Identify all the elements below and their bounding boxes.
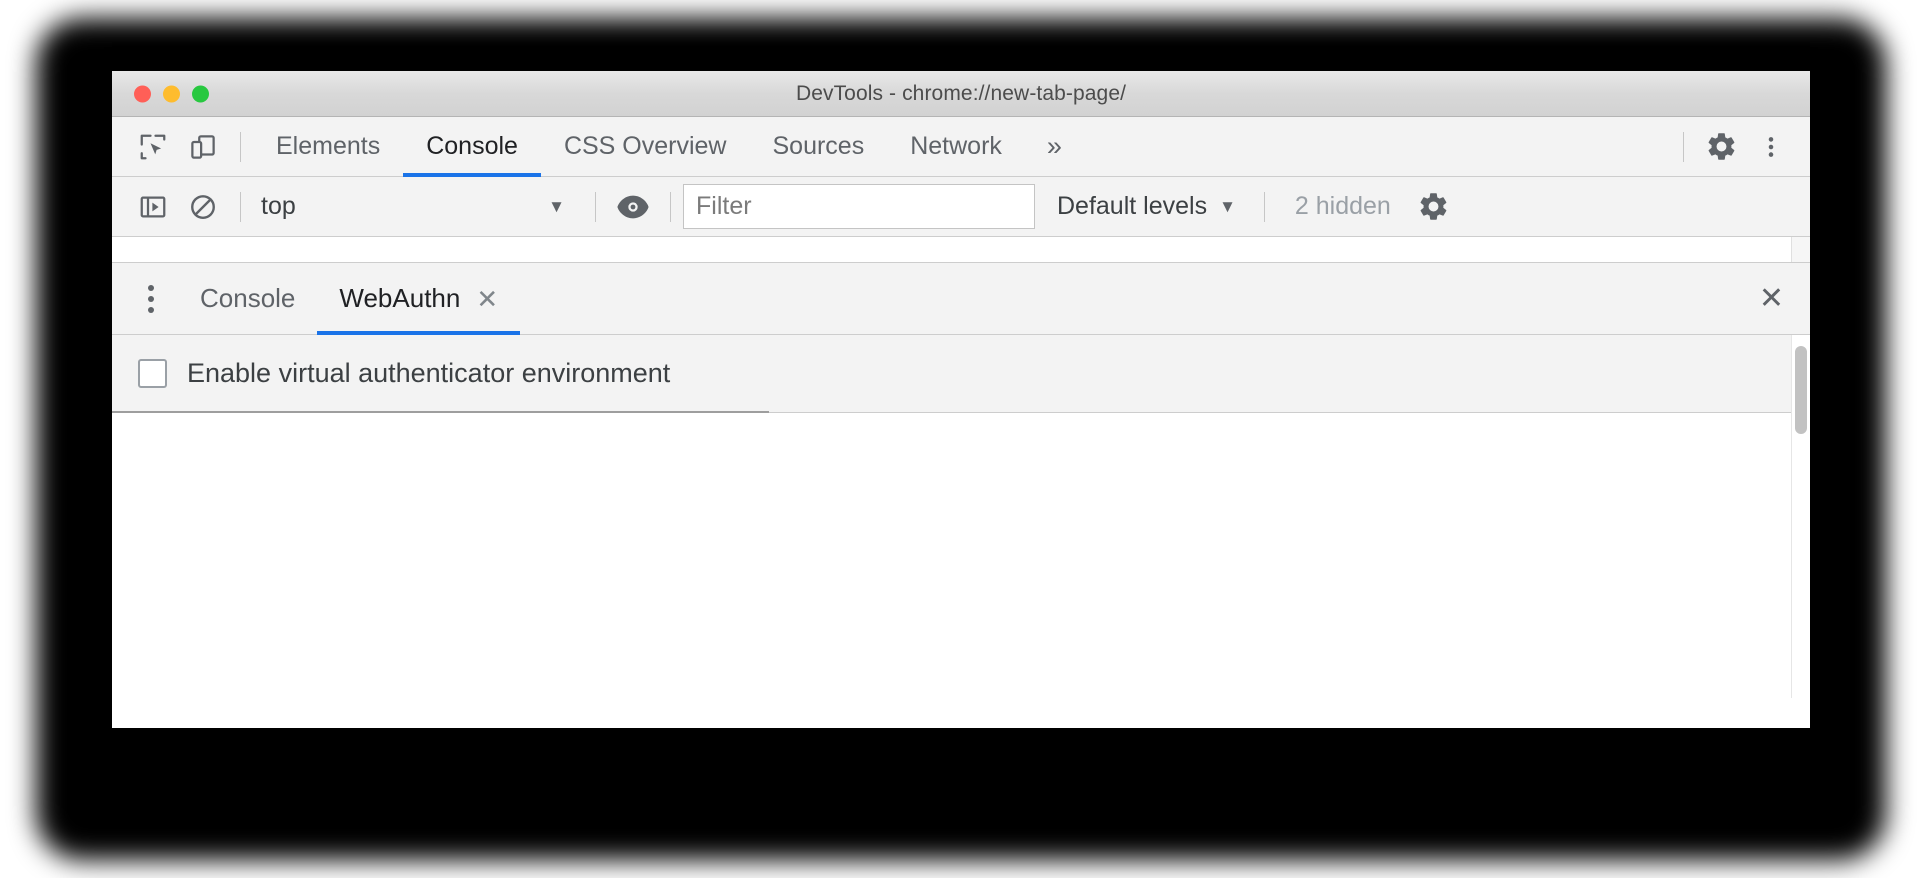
chevron-down-icon: ▼: [1219, 196, 1236, 216]
clear-console-button[interactable]: [178, 184, 228, 230]
drawer-tabbar: Console WebAuthn ✕ ✕: [112, 263, 1810, 335]
console-sidebar-toggle-button[interactable]: [128, 184, 178, 230]
window-titlebar: DevTools - chrome://new-tab-page/: [112, 71, 1810, 117]
tab-elements-label: Elements: [276, 132, 381, 160]
console-filter-input[interactable]: [683, 184, 1035, 229]
more-options-kebab-icon: [1758, 132, 1784, 162]
filterbar-divider-2: [595, 191, 596, 222]
console-scrollbar[interactable]: [1791, 237, 1810, 262]
execution-context-value: top: [261, 192, 296, 220]
drawer-tab-console-label: Console: [200, 283, 296, 313]
panel-tabs: Elements Console CSS Overview Sources Ne…: [253, 117, 1025, 177]
close-drawer-button[interactable]: ✕: [1759, 283, 1784, 314]
device-toolbar-button[interactable]: [178, 124, 228, 170]
device-toolbar-icon: [188, 132, 218, 162]
tab-network-label: Network: [910, 132, 1002, 160]
tab-network[interactable]: Network: [887, 117, 1025, 177]
filterbar-divider-4: [1263, 191, 1265, 222]
execution-context-selector[interactable]: top ▼: [253, 192, 583, 221]
filterbar-divider-1: [240, 191, 241, 222]
console-message-list: [112, 237, 1810, 263]
toolbar-right-actions: [1671, 124, 1810, 170]
enable-virtual-authenticator-checkbox[interactable]: [138, 359, 167, 388]
page-backdrop: DevTools - chrome://new-tab-page/ Elemen…: [0, 0, 1922, 878]
filterbar-divider-3: [670, 191, 671, 222]
inspect-element-button[interactable]: [128, 124, 178, 170]
tab-console-label: Console: [426, 132, 518, 160]
toolbar-divider-1: [240, 131, 241, 162]
log-levels-label: Default levels: [1057, 192, 1208, 220]
toolbar-divider-2: [1683, 131, 1684, 162]
close-window-button[interactable]: [134, 85, 151, 102]
clear-console-icon: [188, 192, 218, 222]
hidden-messages-count: 2 hidden: [1294, 192, 1391, 220]
traffic-light-buttons[interactable]: [134, 85, 209, 102]
webauthn-enable-row: Enable virtual authenticator environment: [112, 335, 1810, 413]
tab-sources[interactable]: Sources: [750, 117, 888, 177]
more-options-kebab-icon: [148, 284, 154, 313]
tab-elements[interactable]: Elements: [253, 117, 403, 177]
enable-virtual-authenticator-label: Enable virtual authenticator environment: [187, 358, 671, 388]
more-tabs-chevron-icon[interactable]: »: [1025, 133, 1084, 160]
inspect-element-icon: [138, 132, 168, 162]
webauthn-toolbar-underline: [112, 411, 769, 413]
webauthn-scrollbar-thumb[interactable]: [1795, 346, 1807, 434]
drawer-more-tools-button[interactable]: [124, 272, 178, 326]
chevron-down-icon: ▼: [548, 196, 565, 216]
settings-gear-icon: [1705, 130, 1738, 163]
tab-css-overview[interactable]: CSS Overview: [541, 117, 750, 177]
live-expression-eye-icon: [616, 193, 650, 221]
close-icon[interactable]: ✕: [476, 286, 498, 312]
console-settings-gear-icon: [1417, 190, 1450, 223]
live-expression-button[interactable]: [608, 184, 658, 230]
minimize-window-button[interactable]: [163, 85, 180, 102]
tab-console[interactable]: Console: [403, 117, 541, 177]
webauthn-panel: Enable virtual authenticator environment: [112, 335, 1810, 698]
devtools-window: DevTools - chrome://new-tab-page/ Elemen…: [112, 71, 1810, 728]
customize-devtools-button[interactable]: [1746, 124, 1796, 170]
console-sidebar-icon: [138, 192, 168, 222]
drawer-tab-webauthn[interactable]: WebAuthn ✕: [317, 263, 520, 335]
devtools-main-toolbar: Elements Console CSS Overview Sources Ne…: [112, 117, 1810, 177]
tab-sources-label: Sources: [772, 132, 865, 160]
webauthn-scrollbar[interactable]: [1791, 335, 1810, 698]
maximize-window-button[interactable]: [192, 85, 209, 102]
tab-css-overview-label: CSS Overview: [563, 132, 727, 160]
log-levels-selector[interactable]: Default levels ▼: [1035, 192, 1252, 221]
webauthn-content-area: [112, 413, 1810, 697]
window-title: DevTools - chrome://new-tab-page/: [795, 81, 1127, 105]
settings-button[interactable]: [1696, 124, 1746, 170]
console-settings-button[interactable]: [1409, 184, 1459, 230]
drawer-tab-webauthn-label: WebAuthn: [339, 283, 461, 313]
console-filter-toolbar: top ▼ Default levels ▼: [112, 177, 1810, 237]
drawer-tab-console[interactable]: Console: [178, 263, 317, 335]
